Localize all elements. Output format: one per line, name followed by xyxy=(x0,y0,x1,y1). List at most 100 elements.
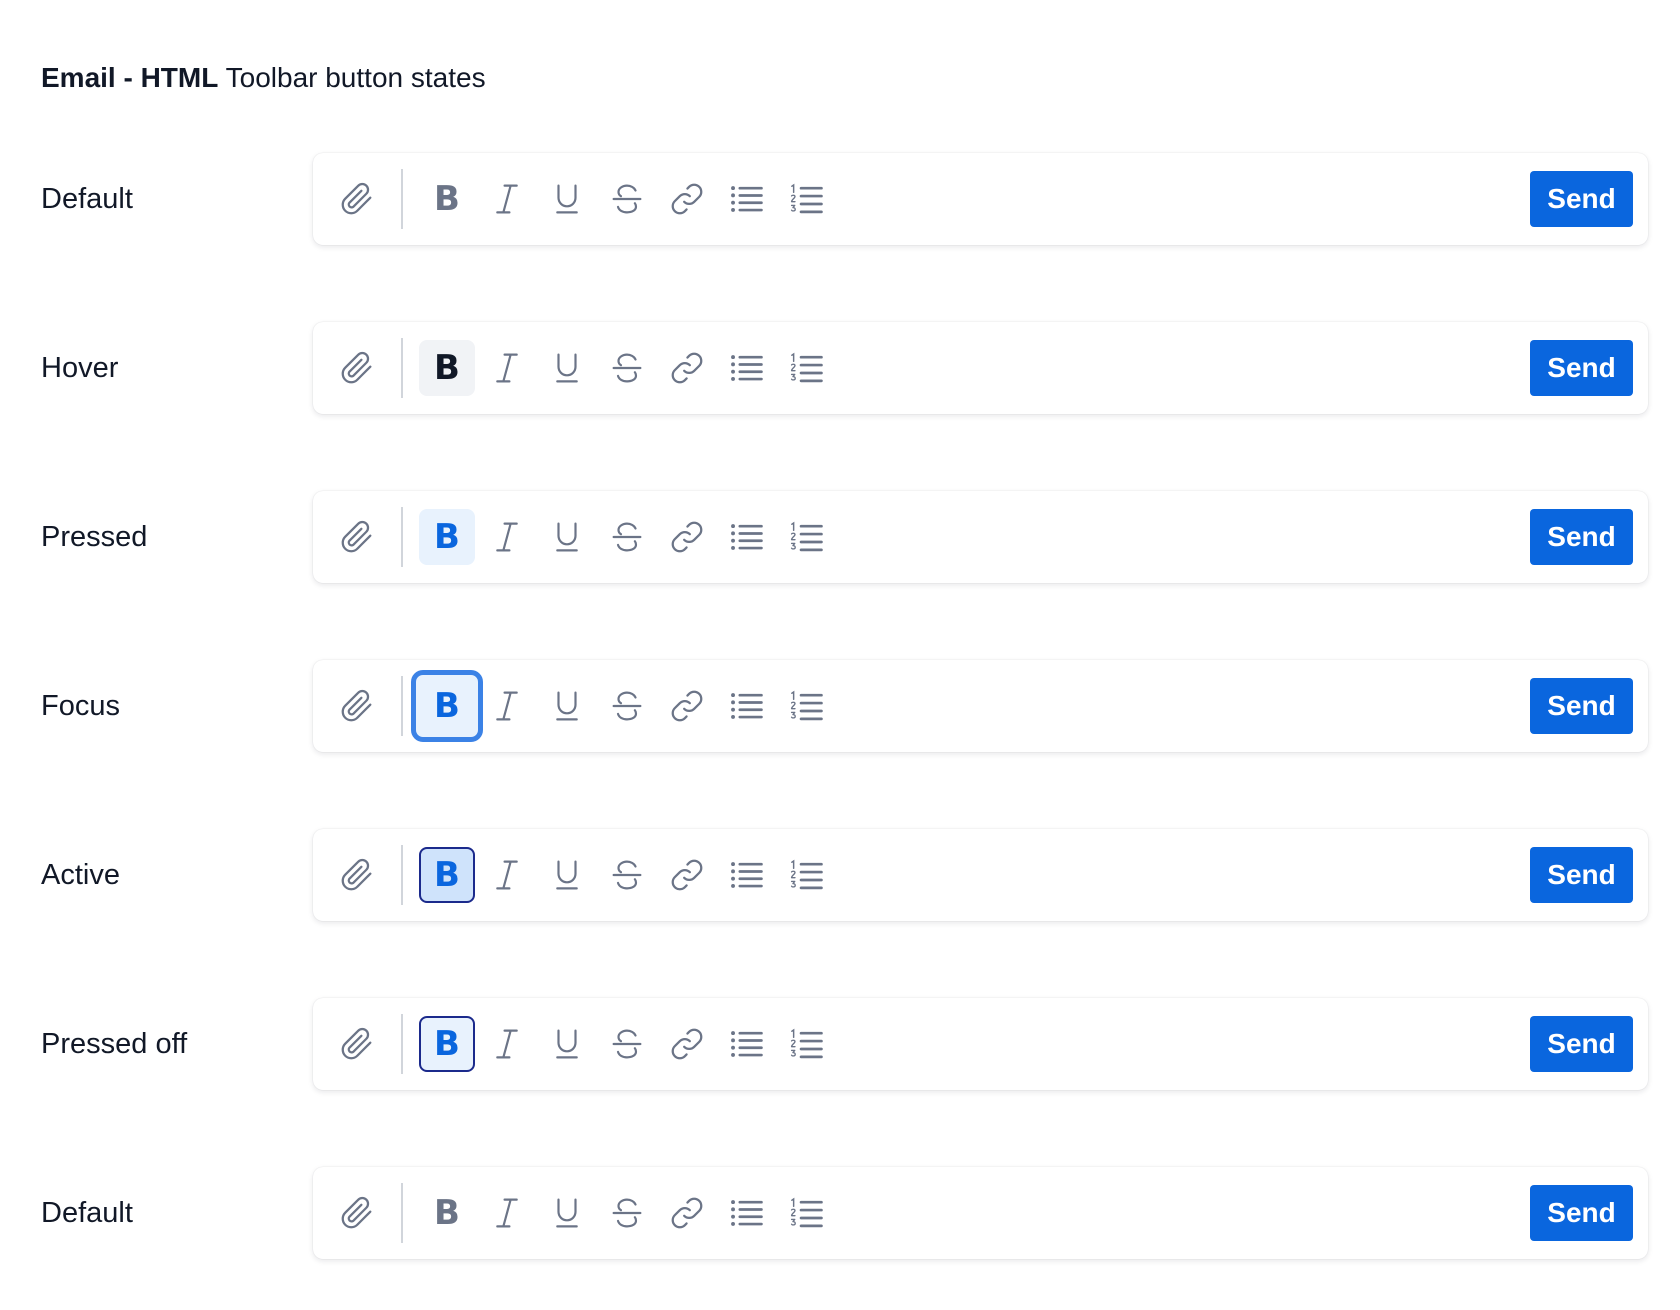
strikethrough-button[interactable] xyxy=(599,340,655,396)
link-button[interactable] xyxy=(659,509,715,565)
italic-button[interactable] xyxy=(479,340,535,396)
state-label: Focus xyxy=(41,690,120,722)
numbered-list-button[interactable] xyxy=(779,847,835,903)
attach-button[interactable] xyxy=(329,678,385,734)
state-label: Pressed off xyxy=(41,1028,188,1060)
send-button[interactable]: Send xyxy=(1530,847,1633,903)
bold-button[interactable]: B xyxy=(419,1016,475,1072)
italic-icon xyxy=(496,860,518,890)
bulleted-list-button[interactable] xyxy=(719,171,775,227)
email-toolbar: B Send xyxy=(313,998,1648,1090)
bold-button[interactable]: B xyxy=(419,340,475,396)
paperclip-icon xyxy=(341,858,372,891)
send-button[interactable]: Send xyxy=(1530,340,1633,396)
bulleted-list-button[interactable] xyxy=(719,847,775,903)
email-toolbar: B Send xyxy=(313,491,1648,583)
strikethrough-button[interactable] xyxy=(599,1016,655,1072)
bold-button[interactable]: B xyxy=(419,1185,475,1241)
email-toolbar: B Send xyxy=(313,1167,1648,1259)
bold-button[interactable]: B xyxy=(419,171,475,227)
link-button[interactable] xyxy=(659,340,715,396)
send-button[interactable]: Send xyxy=(1530,1016,1633,1072)
bold-icon: B xyxy=(434,1024,460,1064)
bulleted-list-button[interactable] xyxy=(719,678,775,734)
strikethrough-button[interactable] xyxy=(599,509,655,565)
bulleted-list-button[interactable] xyxy=(719,340,775,396)
numbered-list-icon xyxy=(790,521,823,552)
send-button[interactable]: Send xyxy=(1530,171,1633,227)
italic-button[interactable] xyxy=(479,1016,535,1072)
strikethrough-icon xyxy=(612,1029,642,1059)
strikethrough-button[interactable] xyxy=(599,171,655,227)
link-button[interactable] xyxy=(659,678,715,734)
bulleted-list-button[interactable] xyxy=(719,1185,775,1241)
attach-button[interactable] xyxy=(329,1016,385,1072)
attach-button[interactable] xyxy=(329,847,385,903)
numbered-list-icon xyxy=(790,859,823,890)
toolbar-divider xyxy=(401,676,403,736)
link-button[interactable] xyxy=(659,1185,715,1241)
link-icon xyxy=(671,521,703,553)
bold-button[interactable]: B xyxy=(411,670,483,742)
numbered-list-button[interactable] xyxy=(779,1185,835,1241)
strikethrough-button[interactable] xyxy=(599,1185,655,1241)
bulleted-list-icon xyxy=(731,693,763,719)
bulleted-list-button[interactable] xyxy=(719,509,775,565)
state-label: Pressed xyxy=(41,521,148,553)
strikethrough-button[interactable] xyxy=(599,678,655,734)
link-button[interactable] xyxy=(659,171,715,227)
strikethrough-button[interactable] xyxy=(599,847,655,903)
italic-button[interactable] xyxy=(479,171,535,227)
send-button[interactable]: Send xyxy=(1530,678,1633,734)
bulleted-list-button[interactable] xyxy=(719,1016,775,1072)
italic-button[interactable] xyxy=(479,847,535,903)
strikethrough-icon xyxy=(612,353,642,383)
italic-button[interactable] xyxy=(479,1185,535,1241)
state-row-hover: Hover B Send xyxy=(0,322,1680,414)
paperclip-icon xyxy=(341,351,372,384)
toolbar-divider xyxy=(401,169,403,229)
underline-icon xyxy=(556,691,578,721)
attach-button[interactable] xyxy=(329,509,385,565)
attach-button[interactable] xyxy=(329,171,385,227)
italic-icon xyxy=(496,691,518,721)
italic-button[interactable] xyxy=(479,509,535,565)
send-button[interactable]: Send xyxy=(1530,509,1633,565)
link-button[interactable] xyxy=(659,847,715,903)
underline-button[interactable] xyxy=(539,1016,595,1072)
page-title: Email - HTML Toolbar button states xyxy=(41,58,486,98)
attach-button[interactable] xyxy=(329,340,385,396)
paperclip-icon xyxy=(341,520,372,553)
bulleted-list-icon xyxy=(731,862,763,888)
numbered-list-button[interactable] xyxy=(779,340,835,396)
bold-button[interactable]: B xyxy=(419,847,475,903)
email-toolbar: B Send xyxy=(313,153,1648,245)
italic-button[interactable] xyxy=(479,678,535,734)
link-button[interactable] xyxy=(659,1016,715,1072)
numbered-list-button[interactable] xyxy=(779,1016,835,1072)
numbered-list-button[interactable] xyxy=(779,509,835,565)
underline-button[interactable] xyxy=(539,847,595,903)
numbered-list-button[interactable] xyxy=(779,171,835,227)
strikethrough-icon xyxy=(612,860,642,890)
toolbar-divider xyxy=(401,338,403,398)
underline-icon xyxy=(556,1029,578,1059)
underline-button[interactable] xyxy=(539,509,595,565)
numbered-list-icon xyxy=(790,690,823,721)
paperclip-icon xyxy=(341,689,372,722)
paperclip-icon xyxy=(341,1196,372,1229)
italic-icon xyxy=(496,184,518,214)
underline-button[interactable] xyxy=(539,171,595,227)
underline-button[interactable] xyxy=(539,340,595,396)
send-button[interactable]: Send xyxy=(1530,1185,1633,1241)
underline-icon xyxy=(556,860,578,890)
page-title-bold: Email - HTML xyxy=(41,62,219,93)
italic-icon xyxy=(496,1029,518,1059)
bold-button[interactable]: B xyxy=(419,509,475,565)
underline-button[interactable] xyxy=(539,1185,595,1241)
link-icon xyxy=(671,690,703,722)
state-row-default: Default B Send xyxy=(0,1167,1680,1259)
numbered-list-button[interactable] xyxy=(779,678,835,734)
attach-button[interactable] xyxy=(329,1185,385,1241)
underline-button[interactable] xyxy=(539,678,595,734)
